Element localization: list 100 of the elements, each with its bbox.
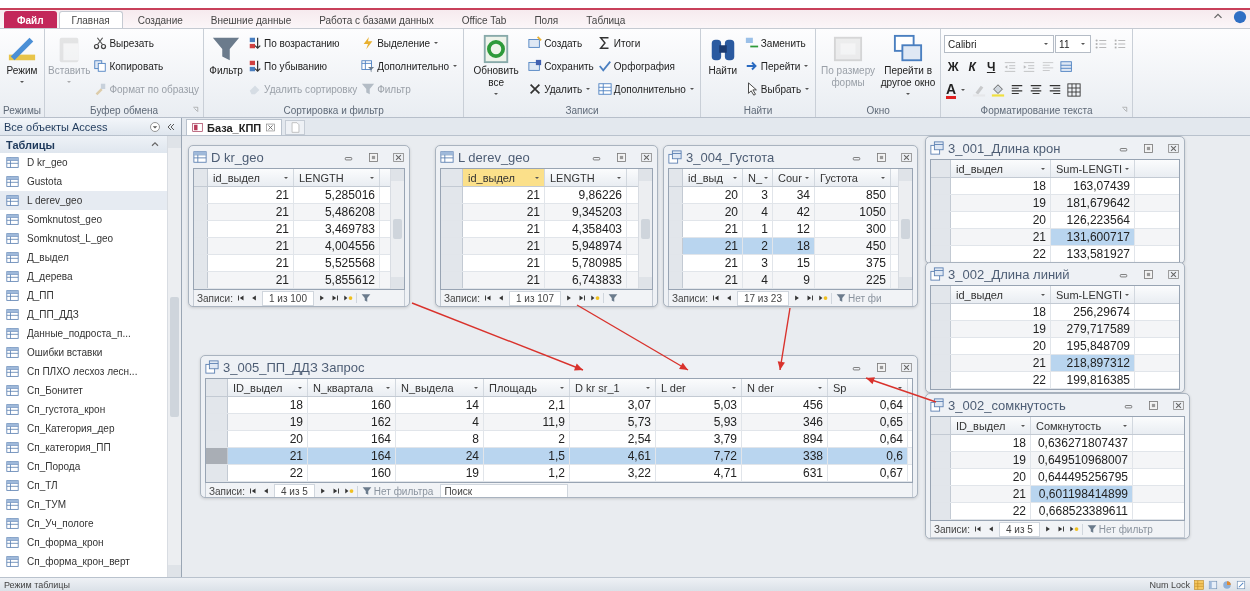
- vertical-scrollbar[interactable]: [898, 169, 912, 289]
- ribbon-button[interactable]: Перейти: [743, 55, 813, 77]
- restore-icon[interactable]: [875, 360, 888, 374]
- ribbon-button[interactable]: По убыванию: [247, 55, 359, 77]
- font-color-button[interactable]: A: [944, 80, 970, 100]
- record-position-field[interactable]: 17 из 23: [736, 290, 789, 306]
- ribbon-button[interactable]: Удалить: [527, 78, 595, 100]
- ribbon-button[interactable]: Дополнительно: [596, 78, 697, 100]
- ribbon-button[interactable]: Выбрать: [743, 78, 813, 100]
- search-field[interactable]: Поиск: [440, 483, 569, 497]
- close-icon[interactable]: [392, 150, 405, 164]
- format-button[interactable]: Ч: [982, 57, 1001, 77]
- ribbon-tab[interactable]: Главная: [58, 11, 123, 28]
- nav-item[interactable]: Сп ПЛХО лесхоз лесн...: [0, 362, 167, 381]
- close-icon[interactable]: [1167, 267, 1180, 281]
- column-header[interactable]: ID_выдел: [228, 379, 308, 396]
- close-icon[interactable]: [640, 150, 653, 164]
- nav-item[interactable]: Somknutost_L_geo: [0, 229, 167, 248]
- nav-item[interactable]: Д_дерева: [0, 267, 167, 286]
- new-record-star-icon[interactable]: [1068, 524, 1079, 534]
- ribbon-button[interactable]: Перейти в другое окно: [879, 32, 938, 98]
- design-view-icon[interactable]: [1236, 579, 1246, 590]
- nav-item[interactable]: Сп_категория_ПП: [0, 438, 167, 457]
- record-position-field[interactable]: 1 из 100: [261, 290, 314, 306]
- new-tab-button[interactable]: [285, 120, 306, 135]
- column-header[interactable]: Сомкнутость: [1031, 417, 1133, 434]
- column-header[interactable]: id_выдел: [951, 286, 1051, 303]
- ribbon-button[interactable]: Режим: [3, 32, 41, 86]
- column-header[interactable]: Густота: [815, 169, 891, 186]
- column-header[interactable]: id_выдел: [208, 169, 294, 186]
- nav-item[interactable]: Сп_форма_крон: [0, 533, 167, 552]
- nav-item[interactable]: Сп_Бонитет: [0, 381, 167, 400]
- record-position-field[interactable]: 4 из 5: [998, 521, 1040, 537]
- column-header[interactable]: Cour: [773, 169, 815, 186]
- ribbon-button[interactable]: Выделение: [360, 32, 461, 54]
- pivot-table-icon[interactable]: [1208, 579, 1218, 590]
- restore-icon[interactable]: [1142, 141, 1155, 155]
- nav-item[interactable]: D kr_geo: [0, 153, 167, 172]
- restore-icon[interactable]: [367, 150, 380, 164]
- nav-item[interactable]: Somknutost_geo: [0, 210, 167, 229]
- restore-icon[interactable]: [1147, 398, 1160, 412]
- column-header[interactable]: N der: [742, 379, 828, 396]
- nav-item[interactable]: Сп_густота_крон: [0, 400, 167, 419]
- nav-item[interactable]: Д_ПП_ДДЗ: [0, 305, 167, 324]
- ribbon-tab[interactable]: Таблица: [573, 11, 639, 28]
- new-record-star-icon[interactable]: [342, 293, 353, 303]
- datasheet-view-icon[interactable]: [1194, 579, 1204, 590]
- vertical-scrollbar[interactable]: [167, 136, 181, 577]
- column-header[interactable]: N_: [743, 169, 773, 186]
- restore-icon[interactable]: [615, 150, 628, 164]
- nav-item[interactable]: L derev_geo: [0, 191, 167, 210]
- column-header[interactable]: Площадь: [484, 379, 570, 396]
- nav-item[interactable]: Ошибки вставки: [0, 343, 167, 362]
- ribbon-button[interactable]: По возрастанию: [247, 32, 359, 54]
- ribbon-button[interactable]: Обновить все: [467, 32, 526, 98]
- ribbon-tab[interactable]: Office Tab: [448, 11, 520, 28]
- dropdown-field[interactable]: 11: [1055, 35, 1092, 53]
- nav-item[interactable]: Д_выдел: [0, 248, 167, 267]
- nav-item[interactable]: Данные_подроста_п...: [0, 324, 167, 343]
- column-header[interactable]: LENGTH: [294, 169, 380, 186]
- ribbon-button[interactable]: Итоги: [596, 32, 697, 54]
- nav-item[interactable]: Gustota: [0, 172, 167, 191]
- record-position-field[interactable]: 4 из 5: [273, 483, 315, 497]
- format-button[interactable]: Ж: [944, 57, 963, 77]
- launcher-icon[interactable]: [191, 105, 201, 114]
- nav-item[interactable]: Сп_Уч_пологе: [0, 514, 167, 533]
- column-header[interactable]: id_выдел: [463, 169, 545, 186]
- first-icon[interactable]: [247, 486, 258, 496]
- new-record-star-icon[interactable]: [343, 486, 354, 496]
- ribbon-button[interactable]: Вырезать: [92, 32, 201, 54]
- column-header[interactable]: id_выд: [683, 169, 743, 186]
- ribbon-button[interactable]: Копировать: [92, 55, 201, 77]
- ribbon-tab[interactable]: Работа с базами данных: [306, 11, 447, 28]
- first-icon[interactable]: [972, 524, 983, 534]
- column-header[interactable]: LENGTH: [545, 169, 627, 186]
- vertical-scrollbar[interactable]: [638, 169, 652, 289]
- vertical-scrollbar[interactable]: [390, 169, 404, 289]
- launcher-icon[interactable]: [1120, 105, 1130, 114]
- nav-item[interactable]: Сп_форма_крон_верт: [0, 552, 167, 571]
- record-position-field[interactable]: 1 из 107: [508, 290, 561, 306]
- nav-item[interactable]: Сп_Порода: [0, 457, 167, 476]
- nav-item[interactable]: Д_ПП: [0, 286, 167, 305]
- ribbon-tab[interactable]: Файл: [4, 11, 57, 28]
- close-icon[interactable]: [1172, 398, 1185, 412]
- pie-chart-icon[interactable]: [1222, 579, 1232, 590]
- ribbon-button[interactable]: Найти: [703, 32, 742, 77]
- column-header[interactable]: D kr sr_1: [570, 379, 656, 396]
- restore-icon[interactable]: [875, 150, 888, 164]
- first-icon[interactable]: [710, 293, 721, 303]
- nav-item[interactable]: Сп_ТУМ: [0, 495, 167, 514]
- nav-item[interactable]: Сп_ТЛ: [0, 476, 167, 495]
- new-record-star-icon[interactable]: [589, 293, 600, 303]
- first-icon[interactable]: [482, 293, 493, 303]
- ribbon-button[interactable]: Создать: [527, 32, 595, 54]
- format-button[interactable]: К: [963, 57, 982, 77]
- close-icon[interactable]: [900, 360, 913, 374]
- ribbon-tab[interactable]: Создание: [124, 11, 196, 28]
- document-tab[interactable]: База_КПП: [186, 119, 283, 135]
- dropdown-circle-icon[interactable]: [149, 120, 161, 133]
- nav-item[interactable]: Сп_Категория_дер: [0, 419, 167, 438]
